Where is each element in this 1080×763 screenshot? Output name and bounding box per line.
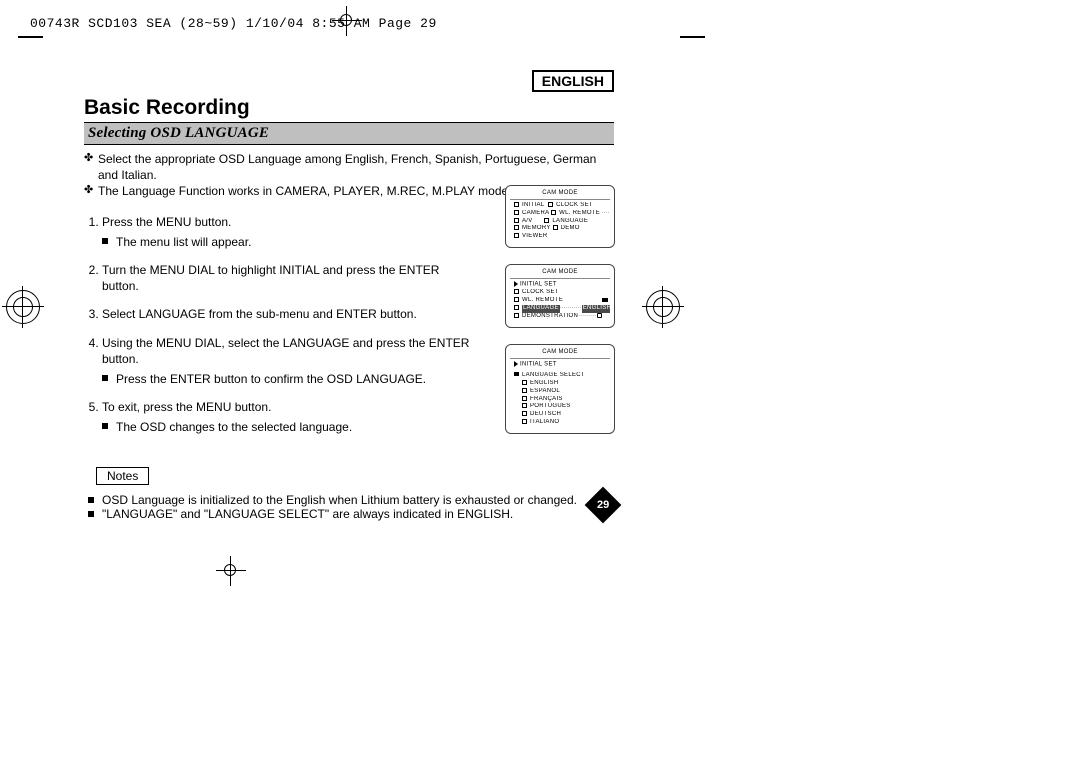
osd-lang: DEUTSCH	[530, 411, 561, 417]
osd-column: CAM MODE INITIAL CLOCK SET CAMERA WL. RE…	[505, 185, 615, 450]
section-heading: Selecting OSD LANGUAGE	[84, 122, 614, 145]
osd-section: INITIAL SET	[520, 361, 557, 367]
menu-bullet-icon	[514, 226, 522, 232]
osd-screen-1: CAM MODE INITIAL CLOCK SET CAMERA WL. RE…	[505, 185, 615, 248]
osd-item-highlighted: LANGUAGE	[522, 305, 560, 313]
osd-item: WL. REMOTE	[522, 297, 563, 303]
step-text: To exit, press the MENU button.	[102, 400, 271, 414]
intro-item: Select the appropriate OSD Language amon…	[84, 151, 614, 183]
menu-bullet-icon	[514, 233, 522, 239]
menu-bullet-icon	[514, 297, 522, 303]
print-header: 00743R SCD103 SEA (28~59) 1/10/04 8:55 A…	[30, 16, 437, 31]
cropmark-icon	[216, 556, 246, 586]
osd-lang: PORTUGUÊS	[530, 404, 571, 410]
osd-section: INITIAL SET	[520, 282, 557, 288]
page-title: Basic Recording	[84, 96, 614, 120]
menu-bullet-icon	[522, 411, 530, 417]
menu-bullet-icon	[522, 380, 530, 386]
osd-header: CAM MODE	[510, 190, 610, 200]
note-item: OSD Language is initialized to the Engli…	[88, 493, 614, 507]
step-sub: The OSD changes to the selected language…	[102, 419, 474, 435]
step-text: Press the MENU button.	[102, 215, 231, 229]
step-sub: The menu list will appear.	[102, 234, 474, 250]
osd-item: DEMONSTRATION	[522, 313, 578, 319]
menu-bullet-icon	[522, 404, 530, 410]
osd-left: INITIAL	[522, 202, 544, 208]
osd-left: CAMERA	[522, 210, 549, 216]
osd-header: CAM MODE	[510, 349, 610, 359]
osd-lang: FRANÇAIS	[530, 396, 563, 402]
menu-bullet-icon	[514, 313, 522, 319]
osd-screen-2: CAM MODE INITIAL SET CLOCK SET WL. REMOT…	[505, 264, 615, 328]
menu-bullet-icon	[514, 289, 522, 295]
menu-bullet-icon	[514, 305, 522, 311]
menu-bullet-icon	[551, 210, 559, 216]
registration-mark-icon	[646, 290, 680, 324]
cropmark-icon	[332, 6, 362, 36]
osd-right: WL. REMOTE	[559, 210, 600, 216]
folder-icon	[514, 372, 522, 378]
osd-lang: ESPAÑOL	[530, 388, 560, 394]
menu-bullet-icon	[514, 218, 522, 224]
osd-header: CAM MODE	[510, 269, 610, 279]
menu-bullet-icon	[548, 202, 556, 208]
osd-right: LANGUAGE	[552, 218, 588, 224]
menu-bullet-icon	[522, 396, 530, 402]
osd-left: VIEWER	[522, 233, 547, 239]
osd-screen-3: CAM MODE INITIAL SET LANGUAGE SELECT ENG…	[505, 344, 615, 434]
osd-lang: ENGLISH	[530, 380, 558, 386]
osd-item: CLOCK SET	[522, 289, 559, 295]
step-sub: Press the ENTER button to confirm the OS…	[102, 371, 474, 387]
menu-bullet-icon	[522, 419, 530, 425]
menu-bullet-icon	[553, 226, 561, 232]
notes-list: OSD Language is initialized to the Engli…	[88, 493, 614, 521]
osd-lang: ITALIANO	[530, 419, 559, 425]
osd-value: ENGLISH	[582, 305, 610, 313]
lock-icon	[597, 313, 602, 318]
notes-label: Notes	[96, 467, 149, 485]
trim-mark	[18, 36, 43, 38]
osd-right: CLOCK SET	[556, 202, 593, 208]
menu-bullet-icon	[514, 210, 522, 216]
step-text: Using the MENU DIAL, select the LANGUAGE…	[102, 336, 469, 366]
osd-subsection: LANGUAGE SELECT	[522, 372, 585, 378]
page-number: 29	[597, 499, 609, 511]
language-indicator: ENGLISH	[532, 70, 614, 92]
menu-bullet-icon	[514, 202, 522, 208]
osd-right: DEMO	[561, 226, 580, 232]
menu-bullet-icon	[522, 388, 530, 394]
note-item: "LANGUAGE" and "LANGUAGE SELECT" are alw…	[88, 507, 614, 521]
camera-icon	[602, 298, 608, 302]
trim-mark	[680, 36, 705, 38]
registration-mark-icon	[6, 290, 40, 324]
osd-left: MEMORY	[522, 226, 551, 232]
osd-left: A/V	[522, 218, 533, 224]
